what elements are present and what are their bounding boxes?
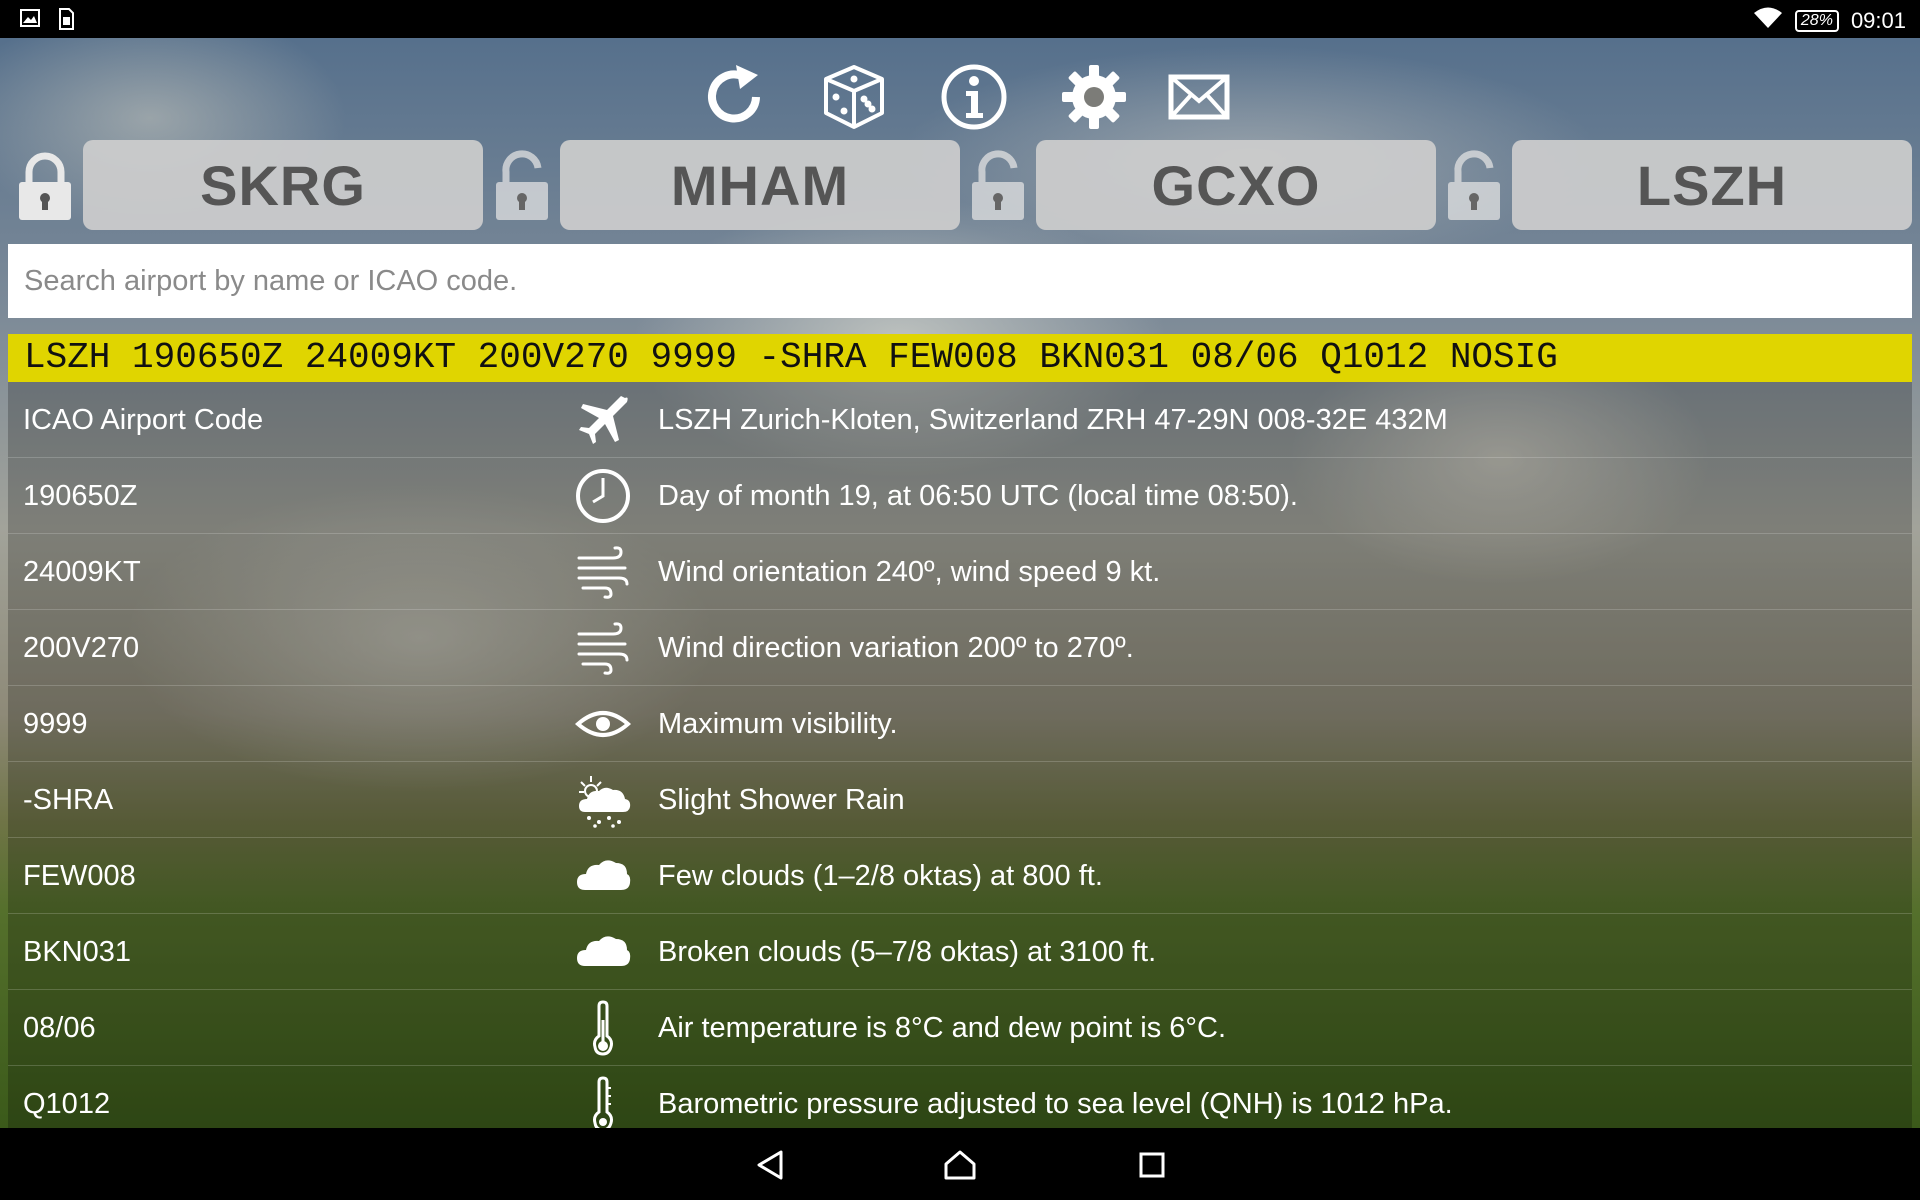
lock-toggle-2[interactable] [492,148,552,228]
settings-icon [1062,65,1126,129]
info-icon [941,64,1007,130]
row-description: Maximum visibility. [658,708,898,740]
metar-raw: LSZH 190650Z 24009KT 200V270 9999 -SHRA … [8,334,1912,382]
app-content: SKRG MHAM GCXO LSZH Search airport by na… [0,38,1920,1128]
row-description: Wind direction variation 200º to 270º. [658,632,1134,664]
wind-icon [573,544,633,600]
row-description: LSZH Zurich-Kloten, Switzerland ZRH 47-2… [658,404,1448,436]
lock-closed-icon [19,152,71,220]
airport-tab-1[interactable]: SKRG [83,140,483,230]
list-item: 9999 Maximum visibility. [8,686,1912,762]
status-bar: 28% 09:01 [0,0,1920,38]
list-item: Q1012 Barometric pressure adjusted to se… [8,1066,1912,1128]
row-description: Barometric pressure adjusted to sea leve… [658,1088,1453,1120]
clock-time: 09:01 [1850,8,1906,33]
lock-open-icon [496,150,548,220]
row-description: Slight Shower Rain [658,784,905,816]
list-item: 200V270 Wind direction variation 200º to… [8,610,1912,686]
row-code: 24009KT [23,556,141,588]
mail-button[interactable] [1160,58,1238,136]
metar-decoded-list: ICAO Airport Code LSZH Zurich-Kloten, Sw… [8,382,1912,1128]
row-code: -SHRA [23,784,114,816]
random-airport-button[interactable] [815,58,893,136]
search-input[interactable] [8,244,1912,318]
thermometer-icon [573,1000,633,1056]
row-description: Wind orientation 240º, wind speed 9 kt. [658,556,1161,588]
row-code: 08/06 [23,1012,96,1044]
recents-button[interactable] [1127,1140,1177,1190]
back-button[interactable] [745,1140,795,1190]
row-description: Few clouds (1–2/8 oktas) at 800 ft. [658,860,1103,892]
cloud-icon [573,924,633,980]
airport-tabs: SKRG MHAM GCXO LSZH [0,140,1920,232]
navigation-bar [0,1128,1920,1200]
airport-tab-4[interactable]: LSZH [1512,140,1912,230]
row-code: 190650Z [23,480,138,512]
lock-open-icon [972,150,1024,220]
dice-icon [824,65,884,129]
row-code: Q1012 [23,1088,111,1120]
eye-icon [573,696,633,752]
mail-icon [1168,74,1230,120]
row-code: FEW008 [23,860,136,892]
wifi-icon [1753,6,1783,36]
lock-toggle-1[interactable] [15,148,75,228]
home-button[interactable] [935,1140,985,1190]
row-code: BKN031 [23,936,132,968]
battery-indicator: 28% [1794,10,1839,32]
lock-toggle-4[interactable] [1444,148,1504,228]
barometer-icon [573,1076,633,1128]
sim-icon [58,8,74,35]
home-icon [944,1150,976,1180]
row-code: 9999 [23,708,88,740]
list-item: 08/06 Air temperature is 8°C and dew poi… [8,990,1912,1066]
row-code: 200V270 [23,632,140,664]
row-code: ICAO Airport Code [23,404,264,436]
list-item: -SHRA Slight Shower Rain [8,762,1912,838]
airport-tab-2[interactable]: MHAM [560,140,960,230]
clock-icon [573,468,633,524]
refresh-button[interactable] [695,58,773,136]
list-item: 24009KT Wind orientation 240º, wind spee… [8,534,1912,610]
back-icon [757,1150,783,1180]
wind-icon [573,620,633,676]
settings-button[interactable] [1055,58,1133,136]
row-description: Day of month 19, at 06:50 UTC (local tim… [658,480,1298,512]
list-item: BKN031 Broken clouds (5–7/8 oktas) at 31… [8,914,1912,990]
lock-open-icon [1448,150,1500,220]
shower-rain-icon [573,772,633,828]
cloud-icon [573,848,633,904]
row-description: Air temperature is 8°C and dew point is … [658,1012,1227,1044]
list-item: FEW008 Few clouds (1–2/8 oktas) at 800 f… [8,838,1912,914]
list-item: 190650Z Day of month 19, at 06:50 UTC (l… [8,458,1912,534]
row-description: Broken clouds (5–7/8 oktas) at 3100 ft. [658,936,1157,968]
recents-icon [1139,1152,1165,1178]
info-button[interactable] [935,58,1013,136]
lock-toggle-3[interactable] [968,148,1028,228]
image-icon [20,8,40,35]
airplane-icon [573,392,633,448]
refresh-icon [708,65,760,123]
list-item: ICAO Airport Code LSZH Zurich-Kloten, Sw… [8,382,1912,458]
airport-tab-3[interactable]: GCXO [1036,140,1436,230]
